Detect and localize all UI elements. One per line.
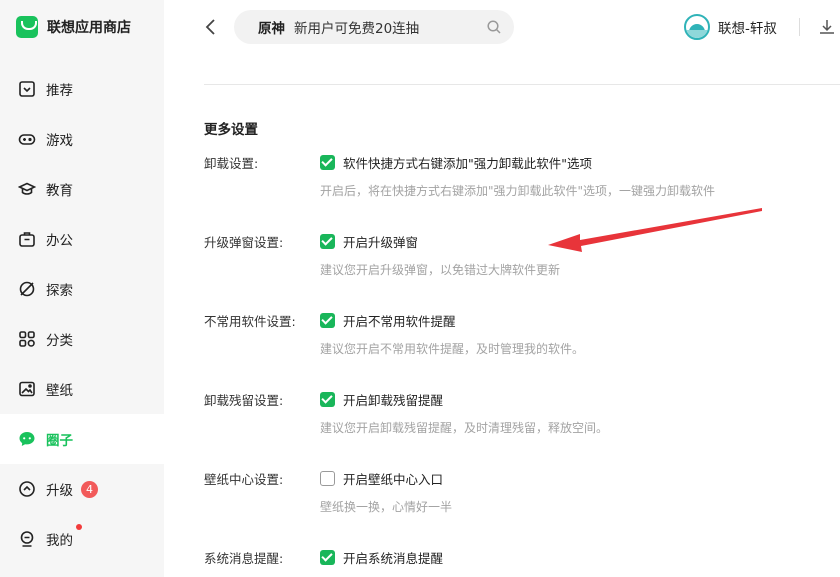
sidebar-item-upgrade[interactable]: 升级 4 [0,464,164,514]
search-icon[interactable] [486,19,502,35]
sidebar: 联想应用商店 推荐 游戏 教育 办公 探索 分类 壁纸 圈子 升级 4 我的 [0,0,164,577]
sidebar-item-education[interactable]: 教育 [0,164,164,214]
sidebar-item-explore[interactable]: 探索 [0,264,164,314]
setting-description: 建议您开启不常用软件提醒，及时管理我的软件。 [320,342,585,356]
checkbox[interactable] [320,155,335,170]
checkbox-label: 开启不常用软件提醒 [343,314,456,329]
checkbox[interactable] [320,471,335,486]
uninstall-residue-reminder-checkbox[interactable]: 开启卸载残留提醒 [320,390,443,409]
brand: 联想应用商店 [16,14,131,40]
checkbox-label: 开启卸载残留提醒 [343,393,444,408]
user-name: 联想-轩叔 [718,21,777,37]
sidebar-item-label: 我的 [46,533,73,549]
checkbox-label: 开启壁纸中心入口 [343,472,444,487]
checkbox-label: 软件快捷方式右键添加"强力卸载此软件"选项 [343,156,592,171]
back-button[interactable] [200,16,222,38]
divider [204,84,840,85]
setting-description: 建议您开启卸载残留提醒，及时清理残留，释放空间。 [320,421,609,435]
sidebar-item-games[interactable]: 游戏 [0,114,164,164]
checkbox-label: 开启系统消息提醒 [343,551,444,566]
setting-label-unused-software: 不常用软件设置: [204,314,296,329]
setting-label-wallpaper-center: 壁纸中心设置: [204,472,284,487]
app-window: 联想应用商店 推荐 游戏 教育 办公 探索 分类 壁纸 圈子 升级 4 我的 原… [0,0,840,577]
setting-description: 壁纸换一换，心情好一半 [320,500,453,514]
download-button[interactable] [818,18,836,36]
checkbox[interactable] [320,392,335,407]
setting-label-system-message: 系统消息提醒: [204,551,284,566]
sidebar-item-recommend[interactable]: 推荐 [0,64,164,114]
wallpaper-center-checkbox[interactable]: 开启壁纸中心入口 [320,469,443,488]
sidebar-item-label: 游戏 [46,133,73,149]
sidebar-item-label: 升级 [46,483,73,499]
search-keyword: 原神 [258,21,285,37]
setting-description: 建议您开启升级弹窗，以免错过大牌软件更新 [320,263,561,277]
download-icon [820,20,834,34]
checkbox-label: 开启升级弹窗 [343,235,419,250]
search-bar[interactable]: 原神 新用户可免费20连抽 [234,10,514,44]
avatar [684,14,710,40]
wallpaper-icon [17,379,37,399]
sidebar-item-wallpaper[interactable]: 壁纸 [0,364,164,414]
setting-label-upgrade-popup: 升级弹窗设置: [204,235,284,250]
checkbox[interactable] [320,234,335,249]
unused-software-reminder-checkbox[interactable]: 开启不常用软件提醒 [320,311,456,330]
uninstall-context-menu-checkbox[interactable]: 软件快捷方式右键添加"强力卸载此软件"选项 [320,153,592,172]
chat-bubble-icon [17,429,37,449]
setting-label-uninstall: 卸载设置: [204,156,259,171]
recommend-icon [17,79,37,99]
sidebar-item-circle[interactable]: 圈子 [0,414,164,464]
gamepad-icon [17,129,37,149]
sidebar-item-label: 圈子 [46,433,73,449]
sidebar-item-label: 推荐 [46,83,73,99]
chevron-left-icon [205,19,215,35]
app-name: 联想应用商店 [47,20,131,36]
upgrade-icon [17,479,37,499]
checkbox[interactable] [320,550,335,565]
category-grid-icon [17,329,37,349]
user-account[interactable]: 联想-轩叔 [684,14,777,40]
sidebar-item-category[interactable]: 分类 [0,314,164,364]
sidebar-item-mine[interactable]: 我的 [0,514,164,564]
explore-icon [17,279,37,299]
briefcase-icon [17,229,37,249]
upgrade-count-badge: 4 [81,480,98,498]
graduation-cap-icon [17,179,37,199]
checkbox[interactable] [320,313,335,328]
sidebar-item-label: 分类 [46,333,73,349]
notification-dot [76,524,82,530]
annotation-arrow-icon [548,208,762,252]
upgrade-popup-checkbox[interactable]: 开启升级弹窗 [320,232,418,251]
user-icon [17,529,37,549]
sidebar-item-label: 教育 [46,183,73,199]
setting-label-uninstall-residue: 卸载残留设置: [204,393,284,408]
header-divider [799,18,800,36]
sidebar-item-office[interactable]: 办公 [0,214,164,264]
search-suggestion-text: 新用户可免费20连抽 [294,21,420,37]
section-title: 更多设置 [204,122,258,138]
lenovo-store-logo-icon [16,16,38,38]
sidebar-nav: 推荐 游戏 教育 办公 探索 分类 壁纸 圈子 升级 4 我的 [0,64,164,564]
sidebar-item-label: 探索 [46,283,73,299]
sidebar-item-label: 办公 [46,233,73,249]
sidebar-item-label: 壁纸 [46,383,73,399]
system-message-reminder-checkbox[interactable]: 开启系统消息提醒 [320,548,443,567]
setting-description: 开启后，将在快捷方式右键添加"强力卸载此软件"选项，一键强力卸载软件 [320,184,716,198]
